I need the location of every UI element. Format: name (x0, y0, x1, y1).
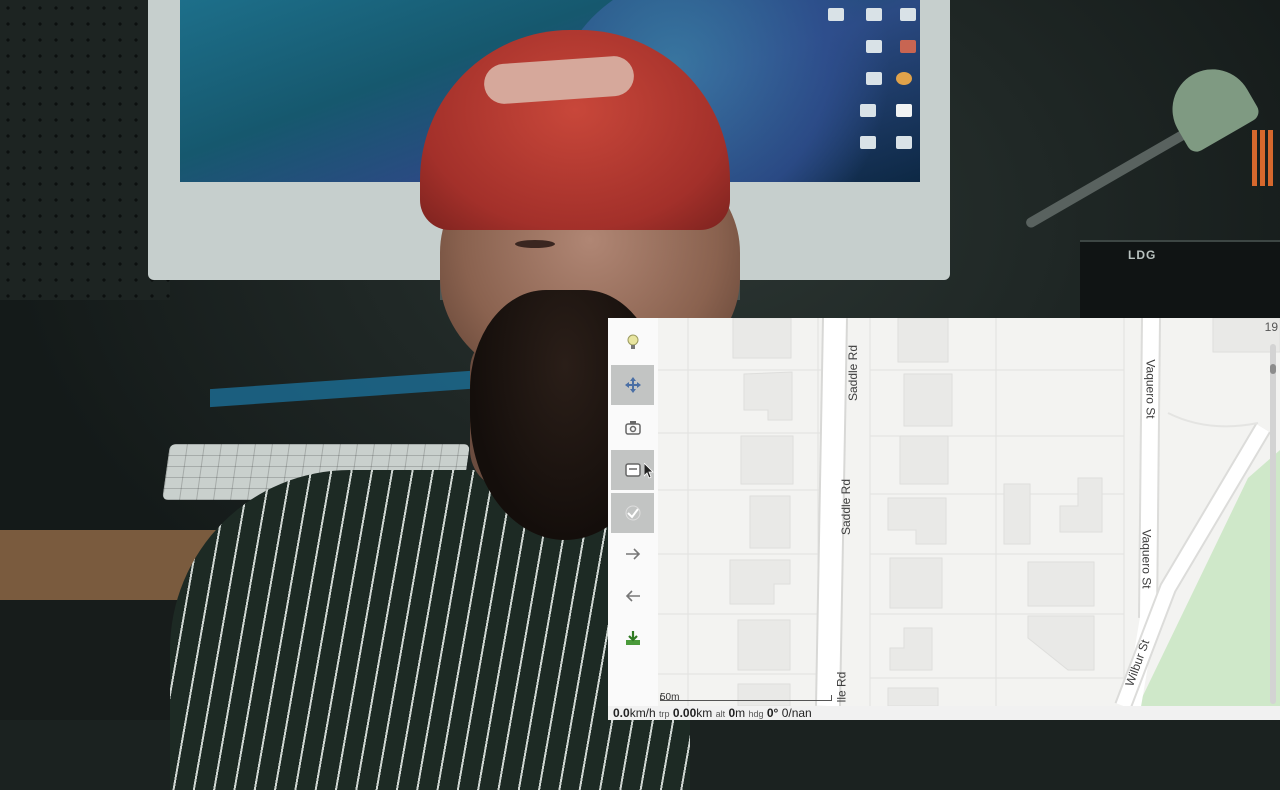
arrow-right-icon (625, 548, 640, 560)
camera-button[interactable] (611, 408, 654, 448)
mouse-cursor-icon (644, 463, 654, 479)
lightbulb-button[interactable] (611, 322, 654, 362)
hdg-label: hdg (748, 709, 764, 719)
layers-icon (624, 463, 641, 477)
zoom-scrollbar-thumb[interactable] (1270, 364, 1276, 374)
alt-unit: m (735, 706, 746, 720)
trip-unit: km (696, 706, 713, 720)
move-icon (624, 377, 641, 393)
move-button[interactable] (611, 365, 654, 405)
trip-value: 0.00 (672, 706, 697, 720)
fix-status: 0/nan (781, 706, 812, 720)
download-button[interactable] (611, 618, 654, 658)
zoom-level: 19 (1264, 320, 1278, 334)
download-icon (625, 631, 640, 645)
map-toolbar (608, 318, 658, 706)
back-button[interactable] (611, 576, 654, 616)
street-label-saddle-rd: Saddle Rd (846, 344, 861, 402)
target-icon (625, 505, 640, 521)
speed-unit: km/h (629, 706, 656, 720)
speed-value: 0.0 (613, 706, 630, 720)
target-button[interactable] (611, 493, 654, 533)
street-label-vaquero-st: Vaquero St (1143, 359, 1158, 419)
lightbulb-icon (627, 334, 638, 349)
alt-label: alt (715, 709, 726, 719)
hdg-value: 0° (766, 706, 779, 720)
eye (515, 240, 555, 248)
camera-icon (624, 421, 641, 435)
scale-bar (660, 695, 832, 701)
street-label-vaquero-st: Vaquero St (1139, 529, 1154, 589)
street-label-saddle-rd: lle Rd (834, 671, 849, 703)
saddle-road (817, 318, 846, 707)
street-label-saddle-rd: Saddle Rd (839, 478, 854, 536)
trip-label: trp (659, 709, 670, 719)
park-area (1138, 450, 1280, 706)
arrow-left-icon (625, 590, 640, 602)
forward-button[interactable] (611, 534, 654, 574)
map-panel[interactable]: Saddle Rd Saddle Rd lle Rd Vaquero St Va… (608, 318, 1280, 720)
map-canvas[interactable] (608, 318, 1280, 720)
status-bar: 0.0km/h trp 0.00km alt 0m hdg 0° 0/nan (608, 706, 1280, 720)
zoom-scrollbar[interactable] (1270, 344, 1276, 704)
